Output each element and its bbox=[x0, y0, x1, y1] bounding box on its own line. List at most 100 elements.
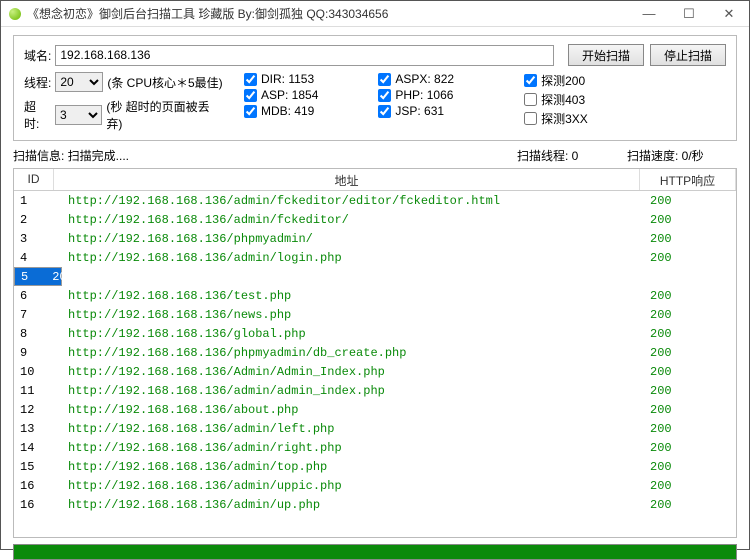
table-row[interactable]: 16http://192.168.168.136/admin/up.php200 bbox=[14, 495, 736, 514]
table-row[interactable]: 12http://192.168.168.136/about.php200 bbox=[14, 400, 736, 419]
probe200-label: 探测200 bbox=[541, 72, 585, 89]
cell-id: 6 bbox=[14, 289, 54, 303]
cell-resp: 200 bbox=[42, 270, 74, 284]
probe-group: 探测200 探测403 探测3XX bbox=[524, 72, 588, 132]
cell-id: 8 bbox=[14, 327, 54, 341]
minimize-button[interactable]: — bbox=[629, 1, 669, 27]
cell-id: 3 bbox=[14, 232, 54, 246]
table-row[interactable]: 1http://192.168.168.136/admin/fckeditor/… bbox=[14, 191, 736, 210]
cell-resp: 200 bbox=[640, 403, 736, 417]
aspx-checkbox[interactable] bbox=[378, 73, 391, 86]
cell-url: http://192.168.168.136/global.php bbox=[54, 327, 640, 341]
cell-url: http://192.168.168.136/admin/fckeditor/ bbox=[54, 213, 640, 227]
maximize-button[interactable]: ☐ bbox=[669, 1, 709, 27]
col-url[interactable]: 地址 bbox=[54, 169, 640, 190]
table-row[interactable]: 15http://192.168.168.136/admin/top.php20… bbox=[14, 457, 736, 476]
cell-id: 2 bbox=[14, 213, 54, 227]
probe403-checkbox[interactable] bbox=[524, 93, 537, 106]
cell-url: http://192.168.168.136/admin/up.php bbox=[54, 498, 640, 512]
table-row[interactable]: 7http://192.168.168.136/news.php200 bbox=[14, 305, 736, 324]
cell-resp: 200 bbox=[640, 346, 736, 360]
stop-scan-button[interactable]: 停止扫描 bbox=[650, 44, 726, 66]
cell-url: http://192.168.168.136/phpmyadmin/db_cre… bbox=[54, 346, 640, 360]
scan-info: 扫描信息: 扫描完成.... bbox=[13, 147, 517, 164]
cell-id: 9 bbox=[14, 346, 54, 360]
domain-input[interactable] bbox=[55, 45, 554, 66]
cell-resp: 200 bbox=[640, 213, 736, 227]
col-resp[interactable]: HTTP响应 bbox=[640, 169, 736, 190]
scan-threads: 扫描线程: 0 bbox=[517, 147, 627, 164]
cell-resp: 200 bbox=[640, 365, 736, 379]
scan-speed: 扫描速度: 0/秒 bbox=[627, 147, 737, 164]
cell-url: http://192.168.168.136/about.php bbox=[54, 403, 640, 417]
cell-url: http://192.168.168.136/Admin/Admin_Index… bbox=[54, 365, 640, 379]
cell-resp: 200 bbox=[640, 308, 736, 322]
cell-resp: 200 bbox=[640, 460, 736, 474]
mdb-checkbox[interactable] bbox=[244, 105, 257, 118]
asp-label: ASP: 1854 bbox=[261, 88, 318, 102]
cell-resp: 200 bbox=[640, 194, 736, 208]
probe200-checkbox[interactable] bbox=[524, 74, 537, 87]
app-icon bbox=[9, 8, 21, 20]
cell-resp: 200 bbox=[640, 251, 736, 265]
dir-checkbox[interactable] bbox=[244, 73, 257, 86]
table-row[interactable]: 13http://192.168.168.136/admin/left.php2… bbox=[14, 419, 736, 438]
table-row[interactable]: 10http://192.168.168.136/Admin/Admin_Ind… bbox=[14, 362, 736, 381]
cell-resp: 200 bbox=[640, 479, 736, 493]
list-body[interactable]: 1http://192.168.168.136/admin/fckeditor/… bbox=[14, 191, 736, 537]
settings-panel: 域名: 开始扫描 停止扫描 线程: 20 (条 CPU核心＊5最佳) 超时: 3… bbox=[13, 35, 737, 141]
cell-resp: 200 bbox=[640, 498, 736, 512]
thread-select[interactable]: 20 bbox=[55, 72, 103, 92]
cell-resp: 200 bbox=[640, 441, 736, 455]
mdb-label: MDB: 419 bbox=[261, 104, 314, 118]
probe3xx-label: 探测3XX bbox=[541, 110, 588, 127]
close-button[interactable]: ✕ bbox=[709, 1, 749, 27]
status-line: 扫描信息: 扫描完成.... 扫描线程: 0 扫描速度: 0/秒 bbox=[1, 145, 749, 168]
col-id[interactable]: ID bbox=[14, 169, 54, 190]
cell-url: http://192.168.168.136/phpmyadmin/ bbox=[54, 232, 640, 246]
cell-resp: 200 bbox=[640, 384, 736, 398]
table-row[interactable]: 2http://192.168.168.136/admin/fckeditor/… bbox=[14, 210, 736, 229]
table-row[interactable]: 11http://192.168.168.136/admin/admin_ind… bbox=[14, 381, 736, 400]
start-scan-button[interactable]: 开始扫描 bbox=[568, 44, 644, 66]
cell-id: 14 bbox=[14, 441, 54, 455]
table-row[interactable]: 6http://192.168.168.136/test.php200 bbox=[14, 286, 736, 305]
cell-url: http://192.168.168.136/test.php bbox=[54, 289, 640, 303]
cell-id: 12 bbox=[14, 403, 54, 417]
cell-resp: 200 bbox=[640, 289, 736, 303]
window-title: 《想念初恋》御剑后台扫描工具 珍藏版 By:御剑孤独 QQ:343034656 bbox=[27, 5, 629, 22]
cell-url: http://192.168.168.136/admin/top.php bbox=[54, 460, 640, 474]
timeout-hint: (秒 超时的页面被丢弃) bbox=[106, 98, 224, 132]
table-row[interactable]: 8http://192.168.168.136/global.php200 bbox=[14, 324, 736, 343]
table-row[interactable]: 16http://192.168.168.136/admin/uppic.php… bbox=[14, 476, 736, 495]
table-row[interactable]: 5http://192.168.168.136/index.php200 bbox=[14, 267, 62, 286]
table-row[interactable]: 3http://192.168.168.136/phpmyadmin/200 bbox=[14, 229, 736, 248]
table-row[interactable]: 9http://192.168.168.136/phpmyadmin/db_cr… bbox=[14, 343, 736, 362]
table-row[interactable]: 4http://192.168.168.136/admin/login.php2… bbox=[14, 248, 736, 267]
php-checkbox[interactable] bbox=[378, 89, 391, 102]
cell-url: http://192.168.168.136/admin/uppic.php bbox=[54, 479, 640, 493]
cell-id: 10 bbox=[14, 365, 54, 379]
result-list: ID 地址 HTTP响应 1http://192.168.168.136/adm… bbox=[13, 168, 737, 538]
cell-url: http://192.168.168.136/news.php bbox=[54, 308, 640, 322]
dict-group-1: DIR: 1153 ASP: 1854 MDB: 419 bbox=[244, 72, 318, 132]
cell-resp: 200 bbox=[640, 232, 736, 246]
cell-url: http://192.168.168.136/index.php bbox=[28, 270, 42, 284]
probe3xx-checkbox[interactable] bbox=[524, 112, 537, 125]
cell-id: 7 bbox=[14, 308, 54, 322]
timeout-select[interactable]: 3 bbox=[55, 105, 102, 125]
cell-id: 5 bbox=[15, 270, 28, 284]
dir-label: DIR: 1153 bbox=[261, 72, 314, 86]
probe403-label: 探测403 bbox=[541, 91, 585, 108]
timeout-label: 超时: bbox=[24, 98, 51, 132]
cell-id: 16 bbox=[14, 498, 54, 512]
cell-url: http://192.168.168.136/admin/right.php bbox=[54, 441, 640, 455]
jsp-checkbox[interactable] bbox=[378, 105, 391, 118]
cell-id: 13 bbox=[14, 422, 54, 436]
php-label: PHP: 1066 bbox=[395, 88, 453, 102]
domain-label: 域名: bbox=[24, 47, 51, 64]
thread-hint: (条 CPU核心＊5最佳) bbox=[107, 74, 222, 91]
table-row[interactable]: 14http://192.168.168.136/admin/right.php… bbox=[14, 438, 736, 457]
cell-url: http://192.168.168.136/admin/left.php bbox=[54, 422, 640, 436]
asp-checkbox[interactable] bbox=[244, 89, 257, 102]
